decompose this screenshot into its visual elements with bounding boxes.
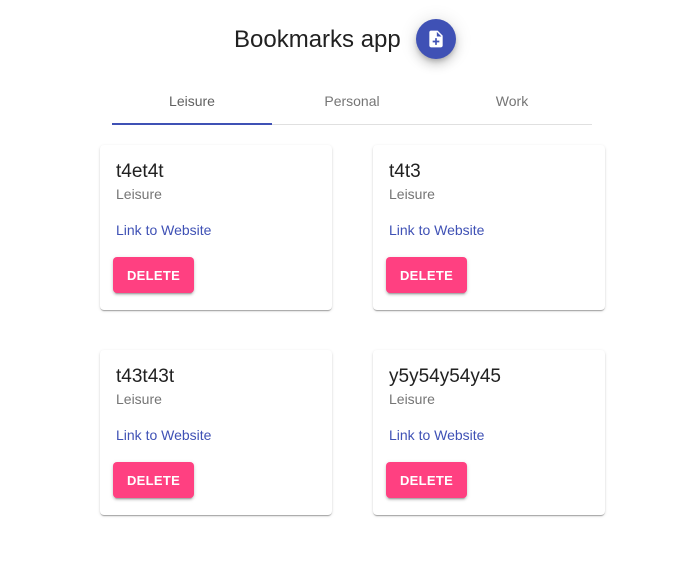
active-tab-indicator bbox=[112, 123, 272, 125]
website-link[interactable]: Link to Website bbox=[389, 427, 484, 443]
add-bookmark-button[interactable] bbox=[416, 19, 456, 59]
delete-button[interactable]: DELETE bbox=[113, 462, 194, 498]
bookmark-card: t43t43t Leisure Link to Website DELETE bbox=[100, 350, 332, 515]
bookmark-category: Leisure bbox=[116, 391, 162, 407]
bookmark-title: t43t43t bbox=[116, 366, 175, 387]
bookmark-card: y5y54y54y45 Leisure Link to Website DELE… bbox=[373, 350, 605, 515]
bookmark-card: t4et4t Leisure Link to Website DELETE bbox=[100, 145, 332, 310]
bookmark-title: t4t3 bbox=[389, 161, 421, 182]
tab-label: Work bbox=[495, 92, 529, 109]
tab-label: Personal bbox=[324, 92, 380, 109]
category-tabs: Leisure Personal Work bbox=[112, 77, 592, 125]
website-link[interactable]: Link to Website bbox=[389, 222, 484, 238]
note-add-icon bbox=[429, 30, 443, 48]
bookmark-category: Leisure bbox=[389, 391, 435, 407]
bookmark-category: Leisure bbox=[116, 186, 162, 202]
delete-button[interactable]: DELETE bbox=[386, 257, 467, 293]
tab-leisure[interactable]: Leisure bbox=[112, 77, 272, 125]
tab-personal[interactable]: Personal bbox=[272, 77, 432, 124]
website-link[interactable]: Link to Website bbox=[116, 222, 211, 238]
bookmark-title: t4et4t bbox=[116, 161, 164, 182]
page-title: Bookmarks app bbox=[234, 26, 401, 53]
delete-button[interactable]: DELETE bbox=[386, 462, 467, 498]
bookmark-category: Leisure bbox=[389, 186, 435, 202]
website-link[interactable]: Link to Website bbox=[116, 427, 211, 443]
bookmark-title: y5y54y54y45 bbox=[389, 366, 501, 387]
delete-button[interactable]: DELETE bbox=[113, 257, 194, 293]
tab-label: Leisure bbox=[169, 92, 215, 109]
app-header: Bookmarks app bbox=[0, 18, 679, 62]
tab-work[interactable]: Work bbox=[432, 77, 592, 124]
bookmark-card: t4t3 Leisure Link to Website DELETE bbox=[373, 145, 605, 310]
